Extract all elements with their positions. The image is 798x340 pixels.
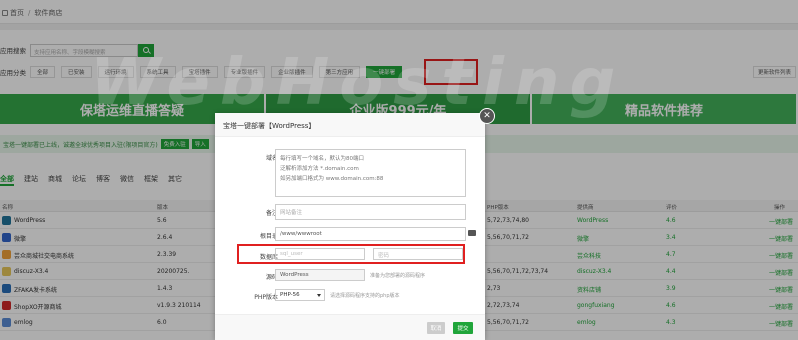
deploy-dialog: 宝塔一键部署【WordPress】 域名 每行填写一个域名，默认为80端口 泛解… bbox=[215, 113, 485, 340]
dialog-title: 宝塔一键部署【WordPress】 bbox=[215, 113, 485, 137]
watermark: WebHosting bbox=[90, 46, 626, 120]
chevron-down-icon bbox=[317, 294, 321, 297]
php-version-value: PHP-56 bbox=[280, 292, 300, 298]
domain-hint-3: 如另加端口格式为 www.domain.com:88 bbox=[280, 176, 384, 182]
close-icon[interactable]: ✕ bbox=[479, 108, 495, 124]
domain-hint-1: 每行填写一个域名，默认为80端口 bbox=[280, 156, 364, 162]
source-hint: 准备为您部署的源码程序 bbox=[370, 273, 426, 279]
domain-textarea[interactable]: 每行填写一个域名，默认为80端口 泛解析添加方法 *.domain.com 如另… bbox=[275, 149, 466, 197]
source-value: WordPress bbox=[275, 269, 365, 281]
folder-icon[interactable] bbox=[468, 230, 476, 236]
php-version-hint: 请选择源码程序支持的php版本 bbox=[330, 293, 400, 299]
submit-button[interactable]: 提交 bbox=[453, 322, 473, 334]
root-dir-input[interactable]: /www/wwwroot bbox=[275, 227, 466, 241]
dialog-footer: 取消 提交 bbox=[215, 314, 485, 340]
cancel-button[interactable]: 取消 bbox=[427, 322, 445, 334]
domain-hint-2: 泛解析添加方法 *.domain.com bbox=[280, 166, 359, 172]
php-version-select[interactable]: PHP-56 bbox=[275, 289, 325, 301]
remark-input[interactable]: 网站备注 bbox=[275, 204, 466, 220]
database-highlight bbox=[237, 244, 465, 264]
